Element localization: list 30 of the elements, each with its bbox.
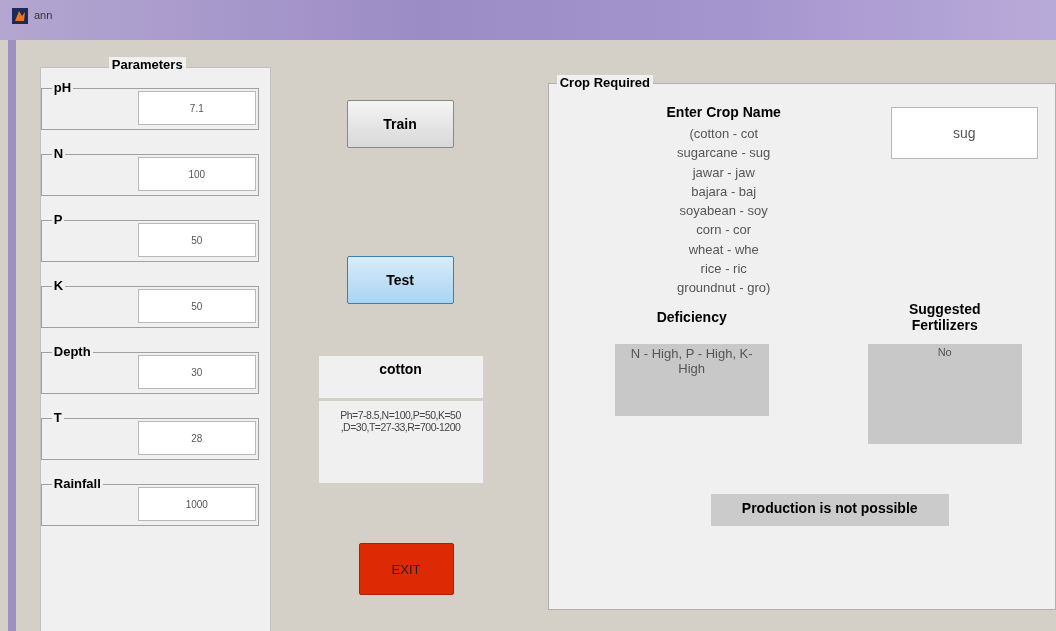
app-icon: [12, 8, 28, 24]
panel-title: Parameters: [108, 57, 186, 72]
panel-title: Crop Required: [556, 75, 653, 90]
parameter-label: N: [51, 146, 66, 161]
crop-name-field[interactable]: sug: [890, 107, 1038, 159]
parameter-label: T: [51, 410, 64, 425]
window-title: ann: [34, 9, 53, 21]
verdict-text: Production is not possible: [710, 493, 949, 526]
parameter-field[interactable]: 28: [137, 421, 256, 455]
crop-name-label: cotton: [318, 356, 483, 398]
fertilizer-output: No: [867, 343, 1022, 444]
parameter-field[interactable]: 50: [137, 223, 256, 257]
parameter-label: K: [51, 278, 66, 293]
test-button[interactable]: Test: [346, 256, 454, 304]
crop-name-prompt: Enter Crop Name: [665, 104, 782, 120]
parameter-label: pH: [51, 80, 74, 95]
train-button[interactable]: Train: [346, 100, 454, 148]
parameter-label: P: [51, 212, 65, 227]
parameter-field[interactable]: 100: [137, 157, 256, 191]
parameter-field[interactable]: 7.1: [137, 91, 256, 125]
deficiency-output: N - High, P - High, K- High: [614, 343, 769, 416]
crop-code-list: (cotton - cot sugarcane - sug jawar - jaw bajara - baj soyabean - soy corn - cor wheat - whe rice - ric groundnut - gro): [598, 124, 849, 298]
deficiency-label: Deficiency: [656, 307, 727, 327]
parameter-label: Depth: [51, 344, 93, 359]
parameter-label: Rainfall: [51, 476, 103, 491]
parameter-field[interactable]: 1000: [137, 487, 256, 521]
fertilizers-label: Suggested Fertilizers: [908, 299, 981, 334]
parameter-field[interactable]: 30: [137, 355, 256, 389]
parameter-field[interactable]: 50: [137, 289, 256, 323]
requirements-text: Ph=7-8.5,N=100,P=50,K=50 ,D=30,T=27-33,R=700-1200: [318, 401, 483, 483]
